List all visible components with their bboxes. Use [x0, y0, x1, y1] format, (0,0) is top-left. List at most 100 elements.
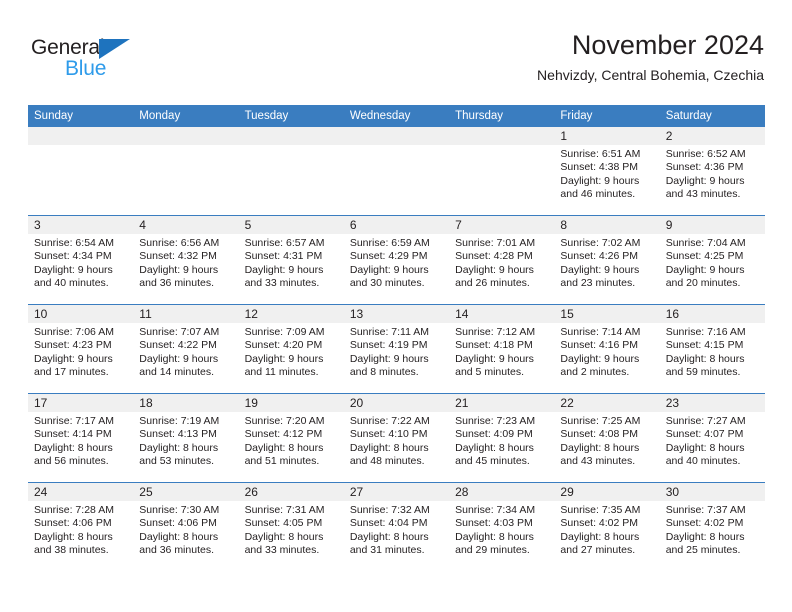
sunset-time: Sunset: 4:06 PM: [34, 517, 112, 530]
sunset-time: Sunset: 4:18 PM: [455, 339, 533, 352]
day-number: [238, 127, 344, 145]
day-cell-body[interactable]: 6 Sunrise: 6:59 AM Sunset: 4:29 PM Daylight…: [343, 216, 450, 304]
sunrise-time: Sunrise: 7:27 AM: [665, 415, 746, 427]
weekday-header-thursday: Thursday: [449, 105, 555, 127]
day-cell-body[interactable]: 24 Sunrise: 7:28 AM Sunset: 4:06 PM Dayligh…: [28, 483, 134, 571]
day-cell-body[interactable]: 14 Sunrise: 7:12 AM Sunset: 4:18 PM Dayligh…: [449, 305, 555, 393]
day-sun-info: Sunrise: 7:23 AM Sunset: 4:09 PM Daylight:…: [449, 412, 554, 469]
day-cell-body[interactable]: 17 Sunrise: 7:17 AM Sunset: 4:14 PM Dayligh…: [28, 394, 134, 482]
calendar-day-cell: 18 Sunrise: 7:19 AM Sunset: 4:13 PM Dayligh…: [133, 393, 239, 483]
sunrise-time: Sunrise: 7:09 AM: [244, 326, 325, 338]
day-cell-body[interactable]: 23 Sunrise: 7:27 AM Sunset: 4:07 PM Dayligh…: [659, 394, 765, 482]
day-number: 28: [449, 483, 555, 501]
sunset-time: Sunset: 4:25 PM: [665, 250, 744, 263]
sunset-time: Sunset: 4:02 PM: [560, 517, 639, 530]
day-cell-body[interactable]: 2 Sunrise: 6:52 AM Sunset: 4:36 PM Daylight…: [659, 127, 765, 215]
day-cell-body[interactable]: 22 Sunrise: 7:25 AM Sunset: 4:08 PM Dayligh…: [554, 394, 660, 482]
logo-text-blue: Blue: [65, 57, 107, 80]
sunrise-time: Sunrise: 7:17 AM: [34, 415, 114, 427]
sunset-time: Sunset: 4:04 PM: [349, 517, 428, 530]
day-cell-body[interactable]: 10 Sunrise: 7:06 AM Sunset: 4:23 PM Dayligh…: [28, 305, 134, 393]
day-sun-info: Sunrise: 6:52 AM Sunset: 4:36 PM Daylight:…: [660, 145, 765, 202]
day-cell-body[interactable]: 27 Sunrise: 7:32 AM Sunset: 4:04 PM Dayligh…: [343, 483, 450, 571]
day-cell-body[interactable]: 8 Sunrise: 7:02 AM Sunset: 4:26 PM Daylight…: [554, 216, 660, 304]
day-sun-info: Sunrise: 7:30 AM Sunset: 4:06 PM Daylight:…: [133, 501, 238, 558]
day-cell-body[interactable]: 18 Sunrise: 7:19 AM Sunset: 4:13 PM Dayligh…: [133, 394, 239, 482]
day-number: 2: [659, 127, 765, 145]
day-number: 1: [554, 127, 660, 145]
day-number: 30: [659, 483, 765, 501]
day-cell-body[interactable]: 11 Sunrise: 7:07 AM Sunset: 4:22 PM Dayligh…: [133, 305, 239, 393]
daylight-duration-line1: Daylight: 9 hours: [139, 263, 219, 276]
daylight-duration-line1: Daylight: 8 hours: [349, 441, 429, 454]
daylight-duration-line2: and 33 minutes.: [244, 544, 320, 557]
sunset-time: Sunset: 4:19 PM: [349, 339, 428, 352]
day-sun-info: Sunrise: 7:22 AM Sunset: 4:10 PM Daylight:…: [344, 412, 449, 469]
day-sun-info: Sunrise: 7:34 AM Sunset: 4:03 PM Daylight:…: [449, 501, 554, 558]
sunset-time: Sunset: 4:09 PM: [455, 428, 533, 441]
daylight-duration-line2: and 48 minutes.: [349, 455, 425, 468]
day-sun-info: Sunrise: 7:12 AM Sunset: 4:18 PM Daylight:…: [449, 323, 554, 380]
day-cell-body[interactable]: 26 Sunrise: 7:31 AM Sunset: 4:05 PM Dayligh…: [238, 483, 344, 571]
calendar-day-cell: 10 Sunrise: 7:06 AM Sunset: 4:23 PM Dayligh…: [28, 304, 134, 394]
title-block: November 2024 Nehvizdy, Central Bohemia,…: [537, 28, 764, 84]
sunrise-time: Sunrise: 7:37 AM: [665, 504, 746, 516]
day-sun-info: Sunrise: 7:37 AM Sunset: 4:02 PM Daylight:…: [660, 501, 765, 558]
calendar-day-cell: 20 Sunrise: 7:22 AM Sunset: 4:10 PM Dayligh…: [343, 393, 450, 483]
sunrise-time: Sunrise: 6:57 AM: [244, 237, 325, 249]
day-cell-body[interactable]: 15 Sunrise: 7:14 AM Sunset: 4:16 PM Dayligh…: [554, 305, 660, 393]
calendar-day-cell-empty: [343, 127, 450, 216]
sunrise-time: Sunrise: 6:51 AM: [560, 148, 641, 160]
sunset-time: Sunset: 4:13 PM: [139, 428, 217, 441]
sunrise-sunset-calendar: Sunday Monday Tuesday Wednesday Thursday…: [28, 105, 765, 571]
day-cell-body: [238, 127, 344, 215]
day-sun-info: Sunrise: 7:25 AM Sunset: 4:08 PM Daylight:…: [554, 412, 659, 469]
day-cell-body[interactable]: 3 Sunrise: 6:54 AM Sunset: 4:34 PM Daylight…: [28, 216, 134, 304]
daylight-duration-line2: and 46 minutes.: [560, 188, 636, 201]
daylight-duration-line1: Daylight: 8 hours: [34, 441, 113, 454]
sunrise-time: Sunrise: 7:20 AM: [244, 415, 325, 427]
calendar-day-cell: 13 Sunrise: 7:11 AM Sunset: 4:19 PM Dayligh…: [343, 304, 450, 394]
day-number: 7: [449, 216, 555, 234]
weekday-header-wednesday: Wednesday: [343, 105, 450, 127]
calendar-day-cell-empty: [238, 127, 344, 216]
day-sun-info: Sunrise: 7:16 AM Sunset: 4:15 PM Daylight:…: [660, 323, 765, 380]
sunrise-time: Sunrise: 7:07 AM: [139, 326, 220, 338]
daylight-duration-line2: and 17 minutes.: [34, 366, 109, 379]
sunrise-time: Sunrise: 7:11 AM: [349, 326, 430, 338]
day-cell-body[interactable]: 7 Sunrise: 7:01 AM Sunset: 4:28 PM Daylight…: [449, 216, 555, 304]
day-number: 6: [343, 216, 450, 234]
day-cell-body[interactable]: 21 Sunrise: 7:23 AM Sunset: 4:09 PM Dayligh…: [449, 394, 555, 482]
day-number: 20: [343, 394, 450, 412]
day-cell-body[interactable]: 16 Sunrise: 7:16 AM Sunset: 4:15 PM Dayligh…: [659, 305, 765, 393]
daylight-duration-line2: and 38 minutes.: [34, 544, 109, 557]
daylight-duration-line2: and 26 minutes.: [455, 277, 530, 290]
day-cell-body[interactable]: 12 Sunrise: 7:09 AM Sunset: 4:20 PM Dayligh…: [238, 305, 344, 393]
daylight-duration-line1: Daylight: 8 hours: [455, 441, 534, 454]
daylight-duration-line1: Daylight: 9 hours: [560, 174, 640, 187]
sunrise-time: Sunrise: 7:06 AM: [34, 326, 114, 338]
daylight-duration-line1: Daylight: 9 hours: [139, 352, 219, 365]
day-cell-body[interactable]: 29 Sunrise: 7:35 AM Sunset: 4:02 PM Dayligh…: [554, 483, 660, 571]
day-cell-body[interactable]: 28 Sunrise: 7:34 AM Sunset: 4:03 PM Dayligh…: [449, 483, 555, 571]
day-number: 10: [28, 305, 134, 323]
day-cell-body[interactable]: 25 Sunrise: 7:30 AM Sunset: 4:06 PM Dayligh…: [133, 483, 239, 571]
sunrise-time: Sunrise: 7:22 AM: [349, 415, 430, 427]
calendar-day-cell-empty: [133, 127, 239, 216]
day-cell-body[interactable]: 9 Sunrise: 7:04 AM Sunset: 4:25 PM Daylight…: [659, 216, 765, 304]
sunrise-time: Sunrise: 7:16 AM: [665, 326, 746, 338]
day-number: 11: [133, 305, 239, 323]
daylight-duration-line1: Daylight: 9 hours: [244, 352, 324, 365]
day-sun-info: Sunrise: 7:28 AM Sunset: 4:06 PM Daylight:…: [28, 501, 133, 558]
sunrise-time: Sunrise: 6:52 AM: [665, 148, 746, 160]
day-number: [28, 127, 134, 145]
day-cell-body[interactable]: 1 Sunrise: 6:51 AM Sunset: 4:38 PM Daylight…: [554, 127, 660, 215]
day-cell-body[interactable]: 5 Sunrise: 6:57 AM Sunset: 4:31 PM Daylight…: [238, 216, 344, 304]
daylight-duration-line2: and 2 minutes.: [560, 366, 630, 379]
day-cell-body[interactable]: 19 Sunrise: 7:20 AM Sunset: 4:12 PM Dayligh…: [238, 394, 344, 482]
day-cell-body[interactable]: 30 Sunrise: 7:37 AM Sunset: 4:02 PM Dayligh…: [659, 483, 765, 571]
day-cell-body[interactable]: 4 Sunrise: 6:56 AM Sunset: 4:32 PM Daylight…: [133, 216, 239, 304]
generalblue-logo[interactable]: General Blue: [31, 36, 161, 82]
day-cell-body[interactable]: 13 Sunrise: 7:11 AM Sunset: 4:19 PM Dayligh…: [343, 305, 450, 393]
day-cell-body[interactable]: 20 Sunrise: 7:22 AM Sunset: 4:10 PM Dayligh…: [343, 394, 450, 482]
